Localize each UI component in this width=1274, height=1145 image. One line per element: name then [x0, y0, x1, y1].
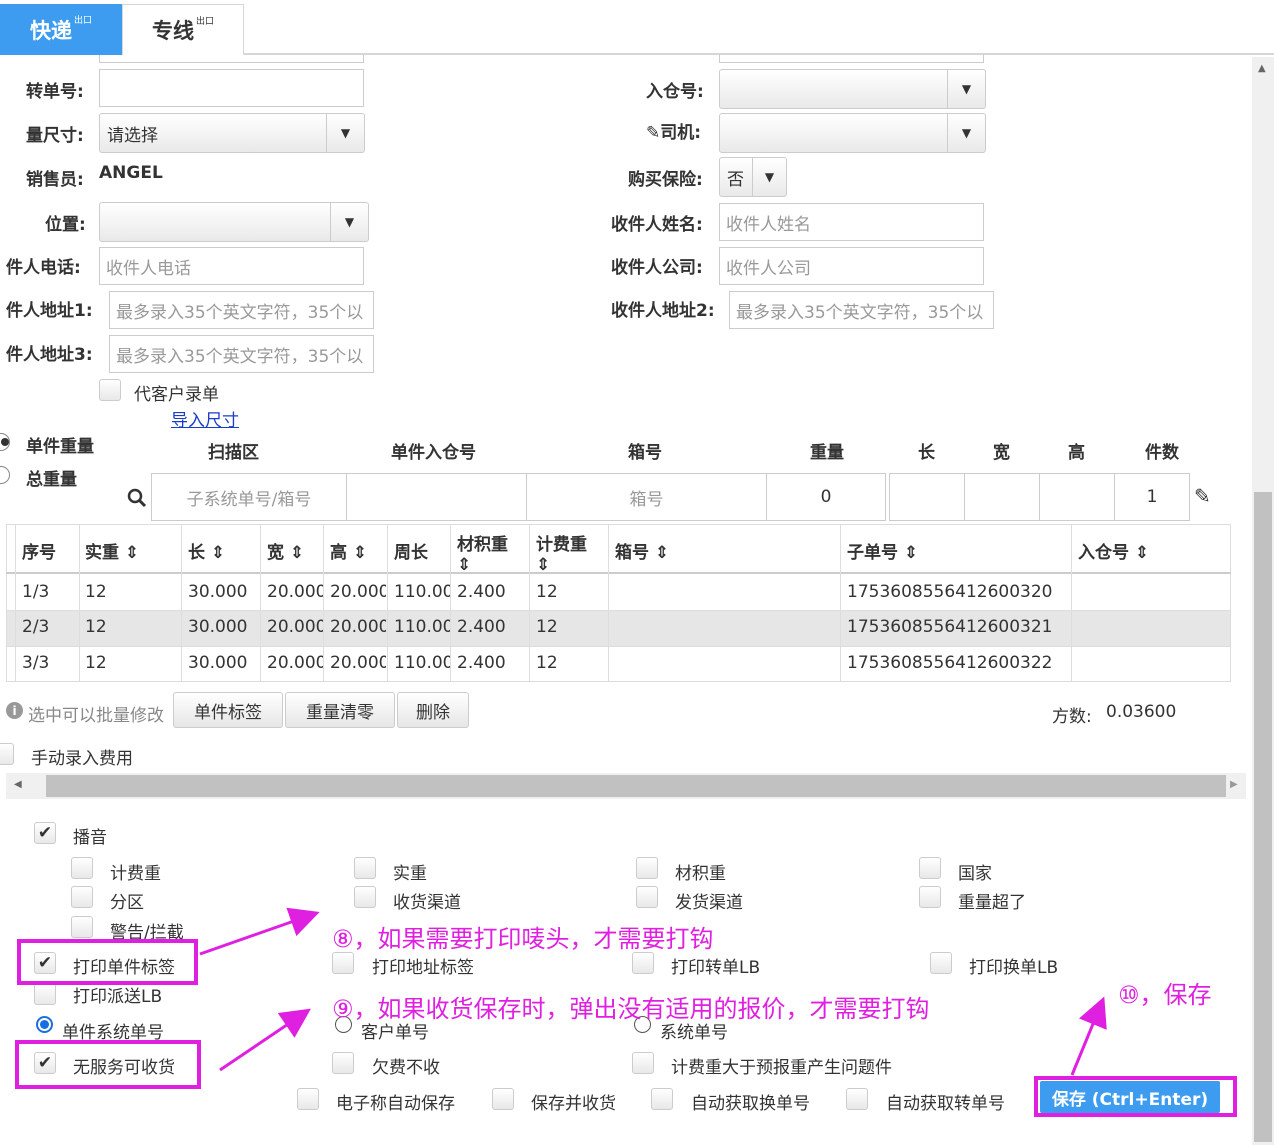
annotation-9: ⑨，如果收货保存时，弹出没有适用的报价，才需要打钩: [332, 995, 930, 1023]
annotation-8: ⑧，如果需要打印唛头，才需要打钩: [332, 925, 714, 953]
arrow-9: [219, 1008, 311, 1072]
annotation-10: ⑩，保存: [1118, 981, 1212, 1009]
arrow-8: [199, 907, 320, 956]
arrow-10: [1070, 996, 1107, 1076]
annotation-arrows: [199, 907, 1107, 1076]
